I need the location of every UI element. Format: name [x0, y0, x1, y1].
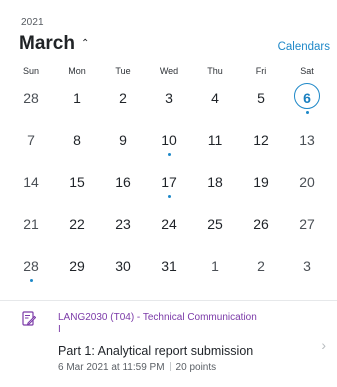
- day-cell[interactable]: 3: [146, 80, 192, 122]
- day-cell[interactable]: 23: [100, 206, 146, 248]
- day-cell[interactable]: 1: [192, 248, 238, 290]
- year-label: 2021: [21, 17, 44, 28]
- day-cell[interactable]: 29: [54, 248, 100, 290]
- day-number: 30: [115, 258, 131, 274]
- day-number: 19: [253, 174, 269, 190]
- today-ring: [294, 83, 320, 109]
- day-number: 13: [299, 132, 315, 148]
- day-cell[interactable]: 13: [284, 122, 330, 164]
- day-cell[interactable]: 12: [238, 122, 284, 164]
- day-number: 14: [23, 174, 39, 190]
- day-cell[interactable]: 3: [284, 248, 330, 290]
- day-cell[interactable]: 18: [192, 164, 238, 206]
- day-cell[interactable]: 7: [8, 122, 54, 164]
- day-cell[interactable]: 30: [100, 248, 146, 290]
- weekday-fri: Fri: [255, 66, 267, 76]
- month-day-grid: 28 1 2 3 4 5 6 7 8 9 10 11 12 13 14 15 16 17 18 19 20 21 22 23 2…: [8, 80, 330, 290]
- day-number: 8: [73, 132, 81, 148]
- day-cell[interactable]: 27: [284, 206, 330, 248]
- chevron-up-icon: ⌃: [80, 37, 90, 49]
- day-number: 1: [211, 258, 219, 274]
- day-cell[interactable]: 31: [146, 248, 192, 290]
- assignment-edit-icon: [22, 311, 37, 327]
- day-cell[interactable]: 8: [54, 122, 100, 164]
- day-number: 3: [165, 90, 173, 106]
- day-number: 11: [207, 132, 223, 148]
- day-cell[interactable]: 24: [146, 206, 192, 248]
- day-cell[interactable]: 5: [238, 80, 284, 122]
- day-number: 12: [253, 132, 269, 148]
- day-number: 5: [257, 90, 265, 106]
- day-number: 28: [23, 258, 39, 274]
- day-number: 24: [161, 216, 177, 232]
- month-selector[interactable]: March ⌃: [19, 33, 89, 55]
- event-course-name: LANG2030 (T04) - Technical Communication…: [58, 312, 257, 335]
- weekday-wed: Wed: [159, 66, 179, 76]
- day-number: 2: [119, 90, 127, 106]
- day-number: 7: [27, 132, 35, 148]
- day-number: 2: [257, 258, 265, 274]
- day-number: 28: [23, 90, 39, 106]
- day-cell-today[interactable]: 6: [284, 80, 330, 122]
- day-cell[interactable]: 14: [8, 164, 54, 206]
- day-number: 17: [161, 174, 177, 190]
- weekday-header-row: Sun Mon Tue Wed Thu Fri Sat: [8, 62, 330, 80]
- day-cell[interactable]: 1: [54, 80, 100, 122]
- day-number: 10: [161, 132, 177, 148]
- event-indicator-dot: [29, 279, 33, 282]
- month-label: March: [19, 33, 75, 54]
- day-number: 31: [161, 258, 177, 274]
- weekday-tue: Tue: [115, 66, 131, 76]
- day-number: 4: [211, 90, 219, 106]
- day-cell[interactable]: 9: [100, 122, 146, 164]
- day-number: 27: [299, 216, 315, 232]
- event-points: 20 points: [175, 362, 217, 373]
- event-indicator-dot: [305, 111, 309, 114]
- event-due-date: 6 Mar 2021 at 11:59 PM: [58, 362, 165, 373]
- weekday-mon: Mon: [68, 66, 86, 76]
- day-cell[interactable]: 4: [192, 80, 238, 122]
- day-cell[interactable]: 20: [284, 164, 330, 206]
- day-cell[interactable]: 19: [238, 164, 284, 206]
- calendar-header: 2021 March ⌃ Calendars: [0, 0, 337, 66]
- day-number: 9: [119, 132, 127, 148]
- weekday-sat: Sat: [300, 66, 314, 76]
- day-number: 18: [207, 174, 223, 190]
- day-cell[interactable]: 28: [8, 248, 54, 290]
- event-title: Part 1: Analytical report submission: [58, 344, 254, 358]
- day-cell[interactable]: 15: [54, 164, 100, 206]
- calendars-link[interactable]: Calendars: [278, 41, 330, 53]
- day-cell[interactable]: 21: [8, 206, 54, 248]
- weekday-thu: Thu: [207, 66, 223, 76]
- event-indicator-dot: [167, 195, 171, 198]
- chevron-right-icon: ›: [321, 337, 326, 353]
- day-number: 25: [207, 216, 223, 232]
- day-cell[interactable]: 22: [54, 206, 100, 248]
- day-cell[interactable]: 17: [146, 164, 192, 206]
- day-number: 23: [115, 216, 131, 232]
- day-number: 1: [73, 90, 81, 106]
- event-list-item[interactable]: LANG2030 (T04) - Technical Communication…: [0, 301, 337, 387]
- event-meta: 6 Mar 2021 at 11:59 PM 20 points: [58, 362, 216, 373]
- day-number: 29: [69, 258, 85, 274]
- day-cell[interactable]: 2: [100, 80, 146, 122]
- day-cell[interactable]: 26: [238, 206, 284, 248]
- day-number: 15: [69, 174, 85, 190]
- weekday-sun: Sun: [22, 66, 39, 76]
- day-cell[interactable]: 25: [192, 206, 238, 248]
- day-cell[interactable]: 16: [100, 164, 146, 206]
- day-number: 3: [303, 258, 311, 274]
- event-indicator-dot: [167, 153, 171, 156]
- day-cell[interactable]: 2: [238, 248, 284, 290]
- day-number: 21: [23, 216, 39, 232]
- meta-separator: [169, 362, 171, 371]
- day-cell[interactable]: 11: [192, 122, 238, 164]
- day-number: 22: [69, 216, 85, 232]
- day-number: 16: [115, 174, 131, 190]
- day-number: 20: [299, 174, 315, 190]
- day-number: 26: [253, 216, 269, 232]
- day-cell[interactable]: 10: [146, 122, 192, 164]
- day-cell[interactable]: 28: [8, 80, 54, 122]
